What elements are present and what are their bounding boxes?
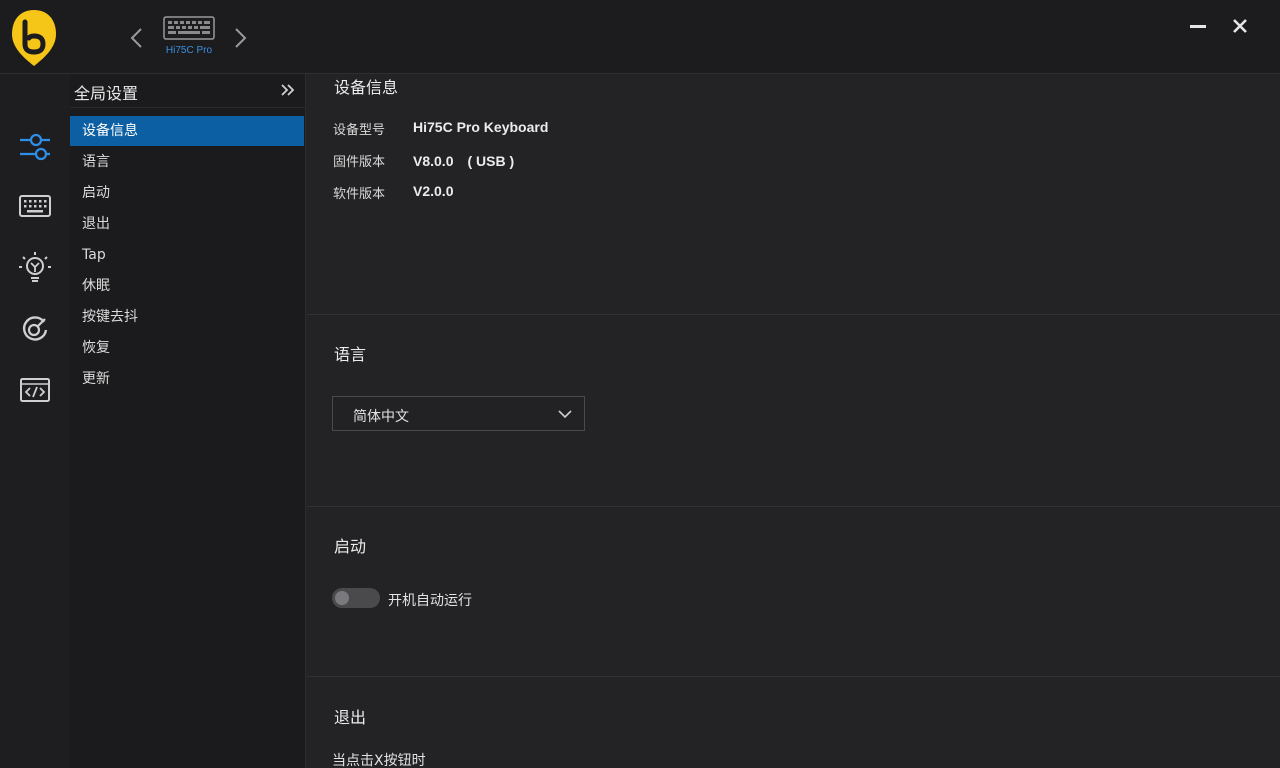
keyboard-icon[interactable] (14, 186, 56, 226)
sidebar-item-tap[interactable]: Tap (70, 240, 304, 270)
minimize-icon[interactable] (1186, 16, 1210, 36)
firmware-label: 固件版本 (333, 155, 386, 170)
device-info-section: 设备信息 设备型号 Hi75C Pro Keyboard 固件版本 V8.0.0… (307, 74, 1280, 315)
sidebar-item-sleep[interactable]: 休眠 (70, 271, 304, 301)
settings-sidebar: 全局设置 设备信息 语言 启动 退出 Tap 休眠 按键去抖 恢复 更新 (70, 74, 306, 768)
chevron-down-icon (558, 410, 572, 419)
software-value: V2.0.0 (413, 183, 454, 199)
sidebar-item-update[interactable]: 更新 (70, 364, 304, 394)
autostart-label: 开机自动运行 (388, 593, 472, 609)
startup-title: 启动 (334, 537, 367, 556)
device-info-title: 设备信息 (334, 78, 399, 97)
exit-title: 退出 (334, 708, 367, 727)
firmware-value: V8.0.0 ( USB ) (413, 153, 515, 169)
language-selected-value: 简体中文 (353, 409, 409, 425)
keyboard-device-icon (163, 16, 215, 40)
sidebar-title: 全局设置 (74, 84, 139, 103)
app-window: Hi75C Pro 全局设置 设备信息 语言 启动 退出 Tap 休眠 按键去抖… (0, 0, 1280, 768)
sidebar-item-restore[interactable]: 恢复 (70, 333, 304, 363)
previous-device-icon[interactable] (126, 24, 148, 52)
language-title: 语言 (334, 345, 367, 364)
sidebar-item-startup[interactable]: 启动 (70, 178, 304, 208)
sidebar-item-debounce[interactable]: 按键去抖 (70, 302, 304, 332)
lightbulb-icon[interactable] (14, 248, 56, 288)
device-name-label: Hi75C Pro (165, 45, 213, 56)
main-navigation-rail (0, 74, 70, 768)
sidebar-item-exit[interactable]: 退出 (70, 209, 304, 239)
sidebar-divider (70, 107, 306, 108)
close-icon[interactable] (1228, 15, 1252, 37)
sidebar-item-device-info[interactable]: 设备信息 (70, 116, 304, 146)
toggle-knob (335, 591, 349, 605)
next-device-icon[interactable] (229, 24, 251, 52)
language-dropdown[interactable]: 简体中文 (332, 396, 585, 431)
macro-target-icon[interactable] (14, 310, 56, 350)
model-label: 设备型号 (333, 123, 386, 138)
device-selector[interactable]: Hi75C Pro (158, 14, 220, 60)
exit-section: 退出 (307, 677, 1280, 768)
exit-behavior-label: 当点击X按钮时 (332, 753, 426, 768)
title-bar: Hi75C Pro (0, 0, 1280, 74)
sliders-icon[interactable] (14, 126, 56, 166)
settings-content: 设备信息 设备型号 Hi75C Pro Keyboard 固件版本 V8.0.0… (307, 74, 1280, 768)
code-icon[interactable] (14, 370, 56, 410)
model-value: Hi75C Pro Keyboard (413, 119, 549, 135)
software-label: 软件版本 (333, 187, 386, 202)
brand-logo (12, 10, 56, 66)
autostart-toggle[interactable] (332, 588, 380, 608)
collapse-sidebar-icon[interactable] (278, 81, 298, 99)
sidebar-item-language[interactable]: 语言 (70, 147, 304, 177)
